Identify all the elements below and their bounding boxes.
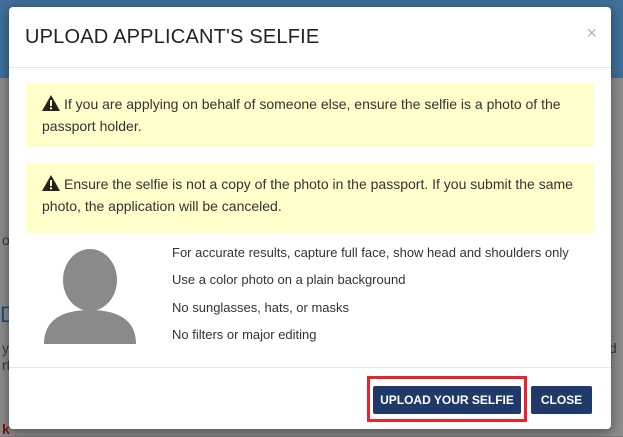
guideline-item: No sunglasses, hats, or masks (172, 299, 350, 315)
selfie-guidelines-list: For accurate results, capture full face,… (172, 242, 602, 351)
modal-title: UPLOAD APPLICANT'S SELFIE (25, 26, 320, 48)
close-button[interactable]: CLOSE (531, 386, 592, 414)
background-text: d i (609, 340, 617, 372)
person-silhouette-icon (44, 249, 136, 344)
modal-header: UPLOAD APPLICANT'S SELFIE × (9, 7, 611, 68)
guideline-item: For accurate results, capture full face,… (172, 245, 569, 260)
warning-icon (42, 95, 60, 111)
warning-alert-copy: Ensure the selfie is not a copy of the p… (26, 163, 594, 233)
warning-alert-text: Ensure the selfie is not a copy of the p… (42, 176, 573, 214)
warning-alert-text: If you are applying on behalf of someone… (42, 96, 561, 134)
upload-selfie-button[interactable]: UPLOAD YOUR SELFIE (373, 386, 521, 414)
close-icon[interactable]: × (586, 23, 597, 44)
upload-selfie-modal: UPLOAD APPLICANT'S SELFIE × If you are a… (9, 7, 611, 429)
guideline-item: No filters or major editing (172, 326, 317, 342)
warning-icon (42, 175, 60, 191)
modal-footer: UPLOAD YOUR SELFIE CLOSE (9, 367, 611, 429)
warning-alert-proxy: If you are applying on behalf of someone… (26, 83, 594, 147)
guideline-item: Use a color photo on a plain background (172, 272, 406, 288)
